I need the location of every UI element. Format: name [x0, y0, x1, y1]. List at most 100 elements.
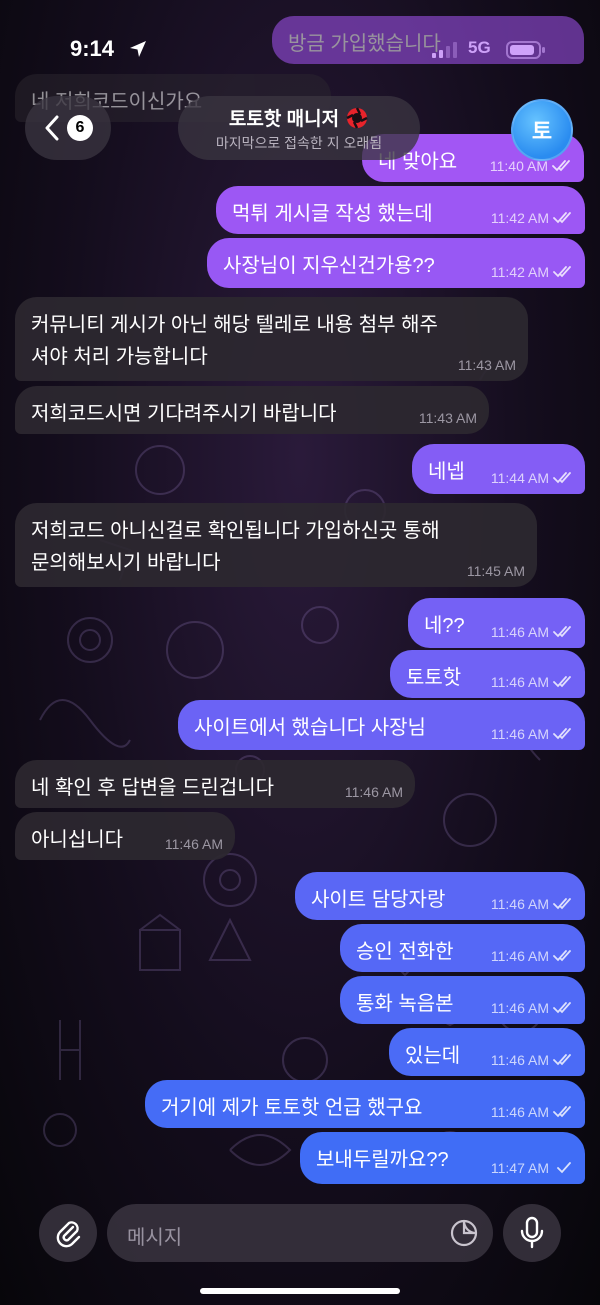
message-meta: 11:46 AM — [491, 624, 573, 640]
attach-button[interactable] — [39, 1204, 97, 1262]
outgoing-message[interactable]: 네넵 11:44 AM — [412, 444, 585, 494]
message-meta: 11:47 AM — [491, 1160, 573, 1176]
message-meta: 11:46 AM — [491, 896, 573, 912]
message-text: 네 확인 후 답변을 드린겁니다 — [31, 777, 275, 799]
microphone-icon — [520, 1216, 544, 1249]
incoming-message[interactable]: 네 확인 후 답변을 드린겁니다 11:46 AM — [15, 760, 415, 808]
double-check-icon — [553, 1002, 571, 1014]
paperclip-icon — [56, 1221, 81, 1248]
message-text: 승인 전화한 — [356, 941, 454, 963]
message-meta: 11:40 AM — [490, 158, 572, 174]
message-text: 있는데 — [405, 1045, 461, 1067]
message-text: 저희코드시면 기다려주시기 바랍니다 — [31, 403, 337, 425]
message-time: 11:46 AM — [490, 624, 549, 640]
message-text: 먹튀 게시글 작성 했는데 — [232, 203, 433, 225]
sticker-icon[interactable] — [449, 1218, 479, 1248]
message-text: 아니십니다 — [31, 829, 123, 851]
message-input-placeholder: 메시지 — [127, 1227, 183, 1249]
location-arrow-icon — [130, 41, 146, 57]
double-check-icon — [553, 266, 571, 278]
message-text: 거기에 제가 토토핫 언급 했구요 — [161, 1097, 423, 1119]
outgoing-message[interactable]: 사이트 담당자랑 11:46 AM — [295, 872, 585, 920]
outgoing-message[interactable]: 사장님이 지우신건가용?? 11:42 AM — [207, 238, 585, 288]
outgoing-message[interactable]: 토토핫 11:46 AM — [390, 650, 585, 698]
double-check-icon — [553, 1106, 571, 1118]
message-time: 11:42 AM — [490, 264, 549, 280]
double-check-icon — [553, 728, 571, 740]
message-meta: 11:44 AM — [491, 470, 573, 486]
message-text: 보내두릴까요?? — [316, 1149, 449, 1171]
message-text: 통화 녹음본 — [356, 993, 454, 1015]
outgoing-message[interactable]: 있는데 11:46 AM — [389, 1028, 585, 1076]
incoming-message[interactable]: 저희코드 아니신걸로 확인됩니다 가입하신곳 통해 문의해보시기 바랍니다 11:4… — [15, 503, 537, 587]
outgoing-message[interactable]: 먹튀 게시글 작성 했는데 11:42 AM — [216, 186, 585, 234]
message-time: 11:46 AM — [344, 784, 403, 800]
outgoing-message[interactable]: 승인 전화한 11:46 AM — [340, 924, 585, 972]
message-time: 11:43 AM — [418, 410, 477, 426]
message-meta: 11:45 AM — [467, 563, 525, 579]
emoji-status-icon — [346, 106, 368, 129]
message-text: 네넵 — [428, 461, 465, 483]
message-time: 11:46 AM — [490, 1104, 549, 1120]
message-meta: 11:46 AM — [491, 948, 573, 964]
message-time: 11:47 AM — [490, 1160, 549, 1176]
outgoing-message[interactable]: 방금 가입했습니다 — [272, 16, 584, 64]
message-meta: 11:42 AM — [491, 210, 573, 226]
message-time: 11:46 AM — [490, 1052, 549, 1068]
message-input[interactable]: 메시지 — [107, 1204, 493, 1262]
double-check-icon — [553, 1054, 571, 1066]
message-time: 11:46 AM — [490, 1000, 549, 1016]
message-time: 11:43 AM — [457, 357, 516, 373]
double-check-icon — [552, 160, 570, 172]
double-check-icon — [553, 950, 571, 962]
message-time: 11:44 AM — [490, 470, 549, 486]
message-meta: 11:46 AM — [345, 784, 403, 800]
message-meta: 11:46 AM — [491, 1104, 573, 1120]
message-time: 11:46 AM — [164, 836, 223, 852]
chat-title: 토토핫 매니저 — [228, 109, 340, 130]
outgoing-message[interactable]: 통화 녹음본 11:46 AM — [340, 976, 585, 1024]
status-time: 9:14 — [70, 36, 115, 61]
last-seen-status: 마지막으로 접속한 지 오래됨 — [215, 135, 383, 151]
message-meta: 11:46 AM — [491, 1052, 573, 1068]
double-check-icon — [553, 472, 571, 484]
message-time: 11:46 AM — [490, 674, 549, 690]
message-time: 11:45 AM — [466, 563, 525, 579]
message-meta: 11:46 AM — [491, 674, 573, 690]
message-meta: 11:43 AM — [419, 410, 477, 426]
outgoing-message[interactable]: 사이트에서 했습니다 사장님 11:46 AM — [178, 700, 585, 750]
message-text: 사장님이 지우신건가용?? — [223, 255, 435, 277]
message-text: 토토핫 — [406, 667, 462, 689]
message-text-line2: 셔야 처리 가능합니다 — [31, 346, 208, 368]
double-check-icon — [553, 676, 571, 688]
incoming-message[interactable]: 커뮤니티 게시가 아닌 해당 텔레로 내용 첨부 해주셔야 처리 가능합니다 11… — [15, 297, 528, 381]
message-meta: 11:46 AM — [491, 1000, 573, 1016]
message-time: 11:46 AM — [490, 726, 549, 742]
incoming-message[interactable]: 저희코드시면 기다려주시기 바랍니다 11:43 AM — [15, 386, 489, 434]
message-time: 11:42 AM — [490, 210, 549, 226]
single-check-icon — [557, 1162, 571, 1174]
outgoing-message[interactable]: 거기에 제가 토토핫 언급 했구요 11:46 AM — [145, 1080, 585, 1128]
message-time: 11:46 AM — [490, 948, 549, 964]
message-text: 사이트 담당자랑 — [311, 889, 446, 911]
message-meta: 11:46 AM — [491, 726, 573, 742]
outgoing-message[interactable]: 보내두릴까요?? 11:47 AM — [300, 1132, 585, 1184]
message-text-line2: 문의해보시기 바랍니다 — [31, 552, 221, 574]
message-text: 네?? — [424, 615, 465, 637]
home-indicator — [200, 1288, 400, 1294]
message-text: 커뮤니티 게시가 아닌 해당 텔레로 내용 첨부 해주 — [31, 314, 438, 336]
chevron-left-icon — [45, 115, 59, 141]
incoming-message[interactable]: 아니십니다 11:46 AM — [15, 812, 235, 860]
double-check-icon — [553, 898, 571, 910]
message-text: 방금 가입했습니다 — [288, 33, 441, 55]
back-button[interactable]: 6 — [25, 96, 111, 160]
chat-title-pill[interactable]: 토토핫 매니저 마지막으로 접속한 지 오래됨 — [178, 96, 420, 160]
voice-record-button[interactable] — [503, 1204, 561, 1262]
outgoing-message[interactable]: 네?? 11:46 AM — [408, 598, 585, 648]
message-text: 사이트에서 했습니다 사장님 — [194, 717, 426, 739]
unread-badge: 6 — [67, 115, 93, 141]
contact-avatar[interactable]: 토 — [511, 99, 573, 161]
message-time: 11:46 AM — [490, 896, 549, 912]
message-meta: 11:46 AM — [165, 836, 223, 852]
double-check-icon — [553, 212, 571, 224]
